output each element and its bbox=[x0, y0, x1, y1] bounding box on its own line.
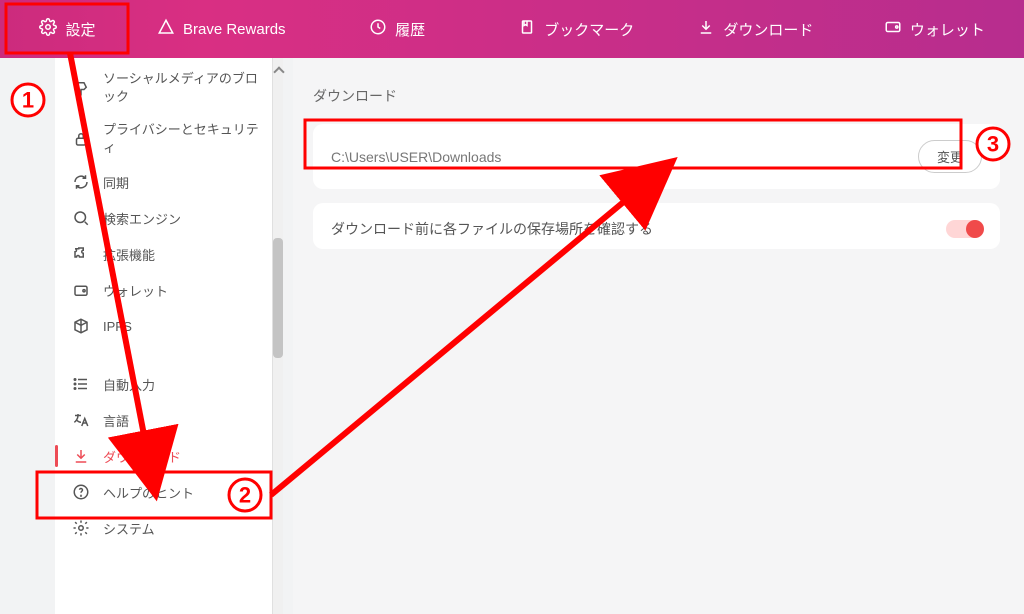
topbar-rewards[interactable]: Brave Rewards bbox=[135, 0, 308, 58]
topbar-wallet-label: ウォレット bbox=[910, 19, 985, 40]
sidebar-item-help[interactable]: ヘルプのヒント bbox=[55, 474, 272, 510]
language-icon bbox=[71, 410, 91, 430]
sidebar-item-sync[interactable]: 同期 bbox=[55, 164, 272, 200]
sidebar-item-label: IPFS bbox=[103, 319, 132, 334]
sidebar-item-label: プライバシーとセキュリティ bbox=[103, 121, 260, 156]
change-button[interactable]: 変更 bbox=[918, 140, 982, 173]
scrollbar-thumb[interactable] bbox=[273, 238, 283, 358]
sidebar-item-privacy[interactable]: プライバシーとセキュリティ bbox=[55, 113, 272, 164]
history-icon bbox=[369, 18, 387, 40]
sidebar-item-autofill[interactable]: 自動入力 bbox=[55, 366, 272, 402]
wallet-icon bbox=[71, 280, 91, 300]
sidebar-item-label: 拡張機能 bbox=[103, 245, 155, 264]
topbar-bookmarks-label: ブックマーク bbox=[544, 19, 634, 40]
topbar: 設定 Brave Rewards 履歴 ブックマーク ダウンロード ウォレット bbox=[0, 0, 1024, 58]
sidebar-item-ipfs[interactable]: IPFS bbox=[55, 308, 272, 344]
triangle-icon bbox=[157, 18, 175, 40]
sidebar-item-language[interactable]: 言語 bbox=[55, 402, 272, 438]
sidebar-item-label: ヘルプのヒント bbox=[103, 483, 194, 502]
section-title: ダウンロード bbox=[313, 86, 1000, 106]
wallet-icon bbox=[884, 18, 902, 40]
sidebar-item-label: ウォレット bbox=[103, 281, 168, 300]
main-panel: ダウンロード C:\Users\USER\Downloads 変更 ダウンロード… bbox=[293, 58, 1024, 614]
topbar-settings-label: 設定 bbox=[65, 19, 95, 40]
topbar-history[interactable]: 履歴 bbox=[308, 0, 487, 58]
sidebar-item-label: ソーシャルメディアのブロック bbox=[103, 70, 260, 105]
sync-icon bbox=[71, 172, 91, 192]
lock-icon bbox=[71, 129, 91, 149]
sidebar-item-label: システム bbox=[103, 519, 155, 538]
left-margin bbox=[0, 58, 55, 614]
download-path: C:\Users\USER\Downloads bbox=[331, 149, 501, 165]
sidebar-item-search[interactable]: 検索エンジン bbox=[55, 200, 272, 236]
topbar-rewards-label: Brave Rewards bbox=[183, 21, 286, 38]
sidebar-scrollbar[interactable] bbox=[273, 58, 283, 614]
topbar-wallet[interactable]: ウォレット bbox=[845, 0, 1024, 58]
sidebar-item-social-block[interactable]: ソーシャルメディアのブロック bbox=[55, 62, 272, 113]
confirm-label: ダウンロード前に各ファイルの保存場所を確認する bbox=[331, 219, 653, 239]
sidebar-item-download[interactable]: ダウンロード bbox=[55, 438, 272, 474]
thumbs-down-icon bbox=[71, 78, 91, 98]
topbar-history-label: 履歴 bbox=[395, 19, 425, 40]
sidebar-item-system[interactable]: システム bbox=[55, 510, 272, 546]
sidebar-item-label: ダウンロード bbox=[103, 447, 181, 466]
sidebar-item-extensions[interactable]: 拡張機能 bbox=[55, 236, 272, 272]
topbar-bookmarks[interactable]: ブックマーク bbox=[487, 0, 666, 58]
puzzle-icon bbox=[71, 244, 91, 264]
list-icon bbox=[71, 374, 91, 394]
topbar-downloads-label: ダウンロード bbox=[723, 19, 813, 40]
sidebar-item-label: 同期 bbox=[103, 173, 129, 192]
cube-icon bbox=[71, 316, 91, 336]
search-icon bbox=[71, 208, 91, 228]
bookmark-icon bbox=[518, 18, 536, 40]
settings-sidebar: ソーシャルメディアのブロック プライバシーとセキュリティ 同期 検索エンジン 拡… bbox=[55, 58, 273, 614]
topbar-downloads[interactable]: ダウンロード bbox=[666, 0, 845, 58]
download-confirm-card: ダウンロード前に各ファイルの保存場所を確認する bbox=[313, 203, 1000, 249]
gear-icon bbox=[71, 518, 91, 538]
download-path-card: C:\Users\USER\Downloads 変更 bbox=[313, 124, 1000, 189]
download-icon bbox=[697, 18, 715, 40]
help-icon bbox=[71, 482, 91, 502]
gear-icon bbox=[39, 18, 57, 40]
sidebar-item-label: 自動入力 bbox=[103, 375, 155, 394]
download-icon bbox=[71, 446, 91, 466]
confirm-toggle[interactable] bbox=[946, 220, 982, 238]
topbar-settings[interactable]: 設定 bbox=[0, 0, 135, 58]
sidebar-item-label: 検索エンジン bbox=[103, 209, 181, 228]
sidebar-item-wallet[interactable]: ウォレット bbox=[55, 272, 272, 308]
sidebar-item-label: 言語 bbox=[103, 411, 129, 430]
